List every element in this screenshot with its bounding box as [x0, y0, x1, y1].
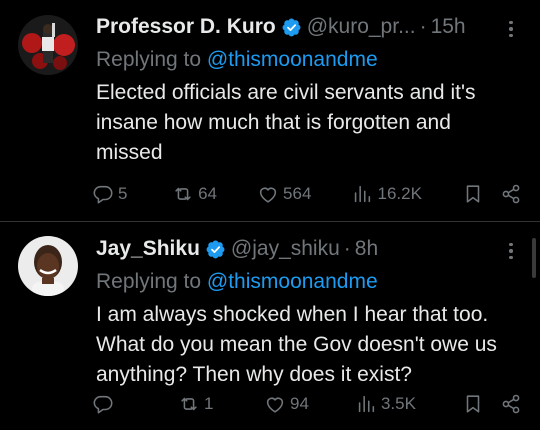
reply-button[interactable] [92, 393, 132, 415]
like-button[interactable]: 94 [264, 393, 309, 415]
handle[interactable]: @jay_shiku [231, 237, 340, 261]
reply-button[interactable]: 5 [92, 183, 132, 205]
reply-tweet[interactable]: Jay_Shiku @jay_shiku · 8h Replying to @t… [0, 222, 540, 430]
display-name[interactable]: Jay_Shiku [96, 237, 200, 261]
share-button[interactable] [500, 393, 522, 415]
display-name[interactable]: Professor D. Kuro [96, 15, 276, 39]
reply-icon [93, 185, 113, 204]
retweet-count: 1 [204, 394, 214, 413]
share-icon [502, 184, 520, 204]
like-count: 564 [283, 184, 312, 203]
timestamp[interactable]: 15h [431, 15, 466, 39]
like-button[interactable]: 564 [257, 183, 311, 205]
retweet-icon [181, 397, 197, 411]
more-icon[interactable] [500, 18, 522, 40]
retweet-count: 64 [198, 184, 217, 203]
view-count: 16.2K [377, 184, 422, 203]
bookmark-icon [466, 185, 480, 203]
views-icon [355, 185, 371, 203]
bookmark-button[interactable] [462, 393, 484, 415]
handle[interactable]: @kuro_pr... [307, 15, 416, 39]
replying-to: Replying to @thismoonandme [96, 47, 522, 73]
like-icon [266, 397, 284, 413]
reply-tweet[interactable]: Professor D. Kuro @kuro_pr... · 15h Repl… [0, 0, 540, 222]
replying-to-mention[interactable]: @thismoonandme [207, 48, 378, 71]
view-count: 3.5K [380, 394, 416, 413]
more-icon[interactable] [500, 240, 522, 262]
scrollbar[interactable] [532, 238, 536, 278]
bookmark-button[interactable] [462, 183, 484, 205]
views-button[interactable]: 16.2K [351, 183, 422, 205]
tweet-text: Elected officials are civil servants and… [96, 81, 476, 164]
retweet-icon [175, 187, 191, 201]
views-button[interactable]: 3.5K [355, 393, 416, 415]
tweet-actions: 5 64 564 16.2K [92, 180, 522, 208]
like-count: 94 [290, 394, 309, 413]
separator-dot: · [419, 15, 427, 38]
retweet-button[interactable]: 1 [178, 393, 218, 415]
share-icon [502, 394, 520, 414]
verified-badge-icon [282, 18, 301, 36]
avatar[interactable] [18, 15, 78, 75]
reply-count: 5 [118, 184, 128, 203]
timestamp[interactable]: 8h [355, 237, 378, 261]
share-button[interactable] [500, 183, 522, 205]
separator-dot: · [343, 237, 351, 260]
reply-icon [93, 395, 113, 414]
views-icon [358, 395, 375, 413]
replying-to-mention[interactable]: @thismoonandme [207, 270, 378, 293]
like-icon [259, 187, 277, 203]
retweet-button[interactable]: 64 [172, 183, 217, 205]
tweet-actions: 1 94 3.5K [92, 390, 522, 418]
tweet-text: I am always shocked when I hear that too… [96, 303, 497, 386]
avatar[interactable] [18, 236, 78, 296]
replying-to-prefix: Replying to [96, 270, 207, 293]
verified-badge-icon [206, 240, 225, 258]
bookmark-icon [466, 395, 480, 413]
replying-to: Replying to @thismoonandme [96, 269, 522, 295]
replying-to-prefix: Replying to [96, 48, 207, 71]
